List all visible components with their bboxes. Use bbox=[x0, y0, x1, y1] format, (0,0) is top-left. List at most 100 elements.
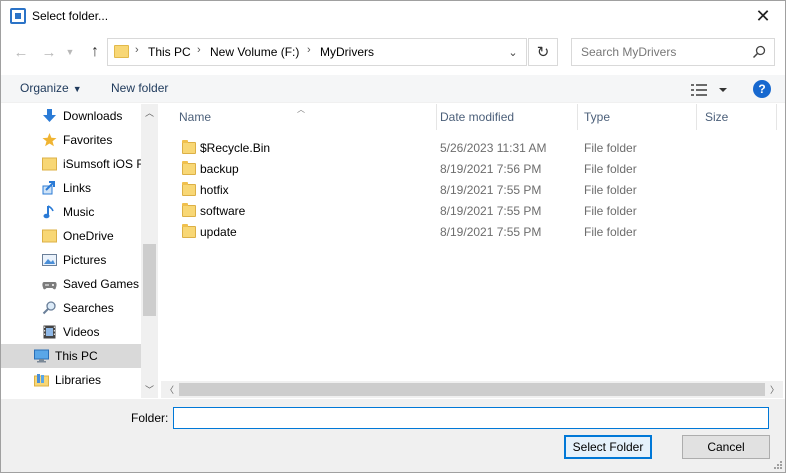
nav-item-links[interactable]: Links bbox=[1, 176, 141, 200]
file-row[interactable]: hotfix 8/19/2021 7:55 PM File folder bbox=[161, 179, 777, 200]
column-header-type[interactable]: Type bbox=[578, 104, 697, 130]
address-bar[interactable]: › This PC › New Volume (F:) › MyDrivers … bbox=[107, 38, 527, 66]
chevron-down-icon: ﹀ bbox=[144, 385, 154, 395]
column-header-date-modified[interactable]: Date modified bbox=[437, 104, 578, 130]
folder-input[interactable] bbox=[173, 407, 769, 429]
file-type: File folder bbox=[584, 162, 637, 176]
cancel-button[interactable]: Cancel bbox=[682, 435, 770, 459]
nav-item-label: Libraries bbox=[55, 373, 102, 387]
up-arrow-icon: ↑ bbox=[91, 43, 99, 60]
nav-item-favorites[interactable]: Favorites bbox=[1, 128, 141, 152]
library-icon bbox=[34, 374, 49, 387]
select-folder-dialog: Select folder... ✕ ← → ▼ ↑ › This PC › N… bbox=[0, 0, 786, 473]
nav-item-pictures[interactable]: Pictures bbox=[1, 248, 141, 272]
file-row[interactable]: software 8/19/2021 7:55 PM File folder bbox=[161, 200, 777, 221]
nav-item-saved-games[interactable]: Saved Games bbox=[1, 272, 141, 296]
nav-scrollbar[interactable]: ︿ ﹀ bbox=[141, 104, 158, 398]
change-view-button[interactable] bbox=[691, 83, 729, 97]
nav-item-label: Links bbox=[63, 181, 92, 195]
file-name: backup bbox=[200, 162, 239, 176]
star-icon bbox=[42, 133, 57, 147]
nav-item-label: iSumsoft iOS R bbox=[63, 157, 141, 171]
search-box bbox=[571, 38, 775, 66]
horizontal-scroll-thumb[interactable] bbox=[179, 383, 765, 396]
help-button[interactable]: ? bbox=[753, 80, 771, 98]
gamepad-icon bbox=[42, 282, 57, 290]
organize-label: Organize bbox=[20, 81, 69, 95]
nav-item-this-pc[interactable]: This PC bbox=[1, 344, 141, 368]
nav-item-label: This PC bbox=[55, 349, 98, 363]
file-type: File folder bbox=[584, 183, 637, 197]
picture-icon bbox=[42, 254, 57, 266]
breadcrumb-this-pc[interactable]: This PC bbox=[148, 45, 191, 59]
caret-down-icon: ▼ bbox=[72, 84, 82, 94]
download-arrow-icon bbox=[43, 109, 56, 122]
file-type: File folder bbox=[584, 204, 637, 218]
recent-locations-button[interactable]: ▼ bbox=[63, 41, 77, 63]
folder-field-label: Folder: bbox=[131, 411, 169, 425]
nav-item-label: OneDrive bbox=[63, 229, 114, 243]
search-input[interactable] bbox=[572, 39, 742, 65]
chevron-right-icon: › bbox=[197, 44, 201, 56]
nav-scroll-thumb[interactable] bbox=[143, 244, 156, 316]
organize-button[interactable]: Organize ▼ bbox=[20, 81, 82, 95]
file-row[interactable]: $Recycle.Bin 5/26/2023 11:31 AM File fol… bbox=[161, 137, 777, 158]
chevron-up-icon: ︿ bbox=[144, 108, 154, 118]
file-row[interactable]: update 8/19/2021 7:55 PM File folder bbox=[161, 221, 777, 242]
nav-item-libraries[interactable]: Libraries bbox=[1, 368, 141, 392]
close-icon: ✕ bbox=[755, 5, 771, 26]
back-button[interactable]: ← bbox=[11, 41, 31, 63]
breadcrumb-mydrivers[interactable]: MyDrivers bbox=[320, 45, 374, 59]
dialog-footer: Folder: Select Folder Cancel bbox=[1, 399, 785, 472]
refresh-button[interactable]: ↻ bbox=[528, 38, 558, 66]
nav-item-searches[interactable]: Searches bbox=[1, 296, 141, 320]
file-name: $Recycle.Bin bbox=[200, 141, 271, 155]
refresh-icon: ↻ bbox=[536, 44, 550, 61]
column-header-size[interactable]: Size bbox=[697, 104, 777, 130]
scroll-down-button[interactable]: ﹀ bbox=[141, 381, 158, 398]
scroll-left-button[interactable]: 〈 bbox=[161, 381, 178, 398]
link-arrow-icon bbox=[42, 181, 55, 195]
chevron-left-icon: 〈 bbox=[164, 385, 174, 395]
resize-grip-icon[interactable] bbox=[772, 459, 782, 469]
nav-item-isumsoft[interactable]: iSumsoft iOS R bbox=[1, 152, 141, 176]
breadcrumb-new-volume[interactable]: New Volume (F:) bbox=[210, 45, 299, 59]
nav-item-videos[interactable]: Videos bbox=[1, 320, 141, 344]
close-button[interactable]: ✕ bbox=[741, 1, 785, 31]
nav-item-label: Videos bbox=[63, 325, 100, 339]
file-list: ︿ Name Date modified Type Size $Recycle.… bbox=[161, 104, 783, 398]
forward-arrow-icon: → bbox=[41, 43, 57, 61]
nav-item-music[interactable]: Music bbox=[1, 200, 141, 224]
nav-item-downloads[interactable]: Downloads bbox=[1, 104, 141, 128]
select-folder-button[interactable]: Select Folder bbox=[564, 435, 652, 459]
horizontal-scrollbar[interactable]: 〈 〉 bbox=[161, 381, 783, 398]
forward-button[interactable]: → bbox=[39, 41, 59, 63]
chevron-right-icon: 〉 bbox=[769, 385, 779, 395]
nav-item-label: Searches bbox=[63, 301, 114, 315]
file-date: 8/19/2021 7:55 PM bbox=[440, 183, 542, 197]
file-date: 8/19/2021 7:55 PM bbox=[440, 225, 542, 239]
file-name: software bbox=[200, 204, 246, 218]
search-icon[interactable] bbox=[752, 45, 766, 59]
caret-down-icon bbox=[719, 88, 727, 92]
scroll-right-button[interactable]: 〉 bbox=[766, 381, 783, 398]
column-header-name[interactable]: Name bbox=[161, 104, 437, 130]
new-folder-button[interactable]: New folder bbox=[111, 81, 168, 95]
scroll-up-button[interactable]: ︿ bbox=[141, 104, 158, 121]
nav-item-onedrive[interactable]: OneDrive bbox=[1, 224, 141, 248]
address-dropdown-button[interactable]: ⌄ bbox=[500, 39, 526, 65]
nav-item-label: Music bbox=[63, 205, 95, 219]
back-arrow-icon: ← bbox=[13, 43, 29, 61]
folder-icon bbox=[114, 45, 129, 58]
file-name: update bbox=[200, 225, 237, 239]
file-date: 8/19/2021 7:55 PM bbox=[440, 204, 542, 218]
folder-icon bbox=[182, 161, 196, 175]
file-type: File folder bbox=[584, 225, 637, 239]
details-view-icon bbox=[691, 84, 707, 96]
up-button[interactable]: ↑ bbox=[85, 41, 105, 63]
file-row[interactable]: backup 8/19/2021 7:56 PM File folder bbox=[161, 158, 777, 179]
folder-icon bbox=[182, 203, 196, 217]
folder-icon bbox=[182, 182, 196, 196]
chevron-down-icon: ▼ bbox=[65, 47, 75, 57]
magnifier-icon bbox=[42, 301, 56, 315]
